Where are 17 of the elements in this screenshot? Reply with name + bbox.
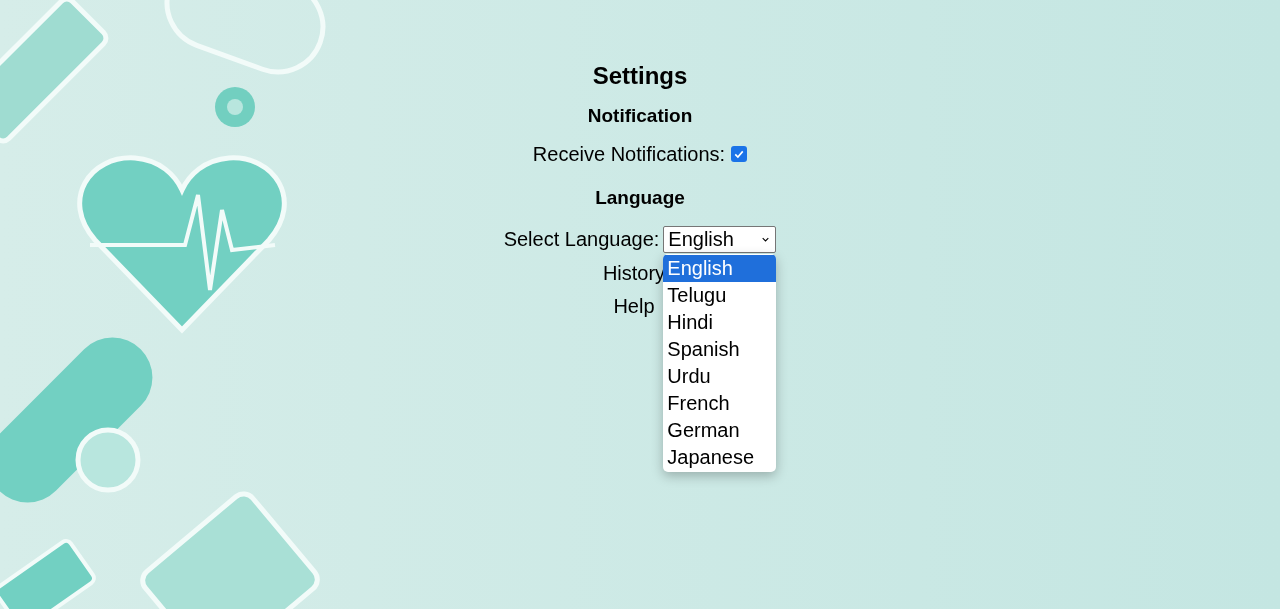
page-title: Settings [592,61,688,91]
checkbox[interactable] [731,146,748,162]
nav-link[interactable]: Help [613,293,659,320]
dropdown-option[interactable]: Urdu [663,362,777,390]
section-heading: Language [595,186,685,210]
dropdown-option[interactable]: German [663,416,777,444]
dropdown-option[interactable]: Hindi [663,308,777,336]
dropdown-option[interactable]: Japanese [663,443,777,471]
language-select[interactable]: English [663,225,777,253]
field-label: Select Language: [503,227,660,252]
dropdown-option[interactable]: English [663,254,777,282]
section-heading: Notification [587,104,693,128]
chevron-icon [762,236,770,242]
dropdown-option[interactable]: French [663,389,777,417]
field-label: Receive Notifications: [532,142,726,167]
dropdown-option[interactable]: Telugu [663,281,777,309]
dropdown-option[interactable]: Spanish [663,335,777,363]
